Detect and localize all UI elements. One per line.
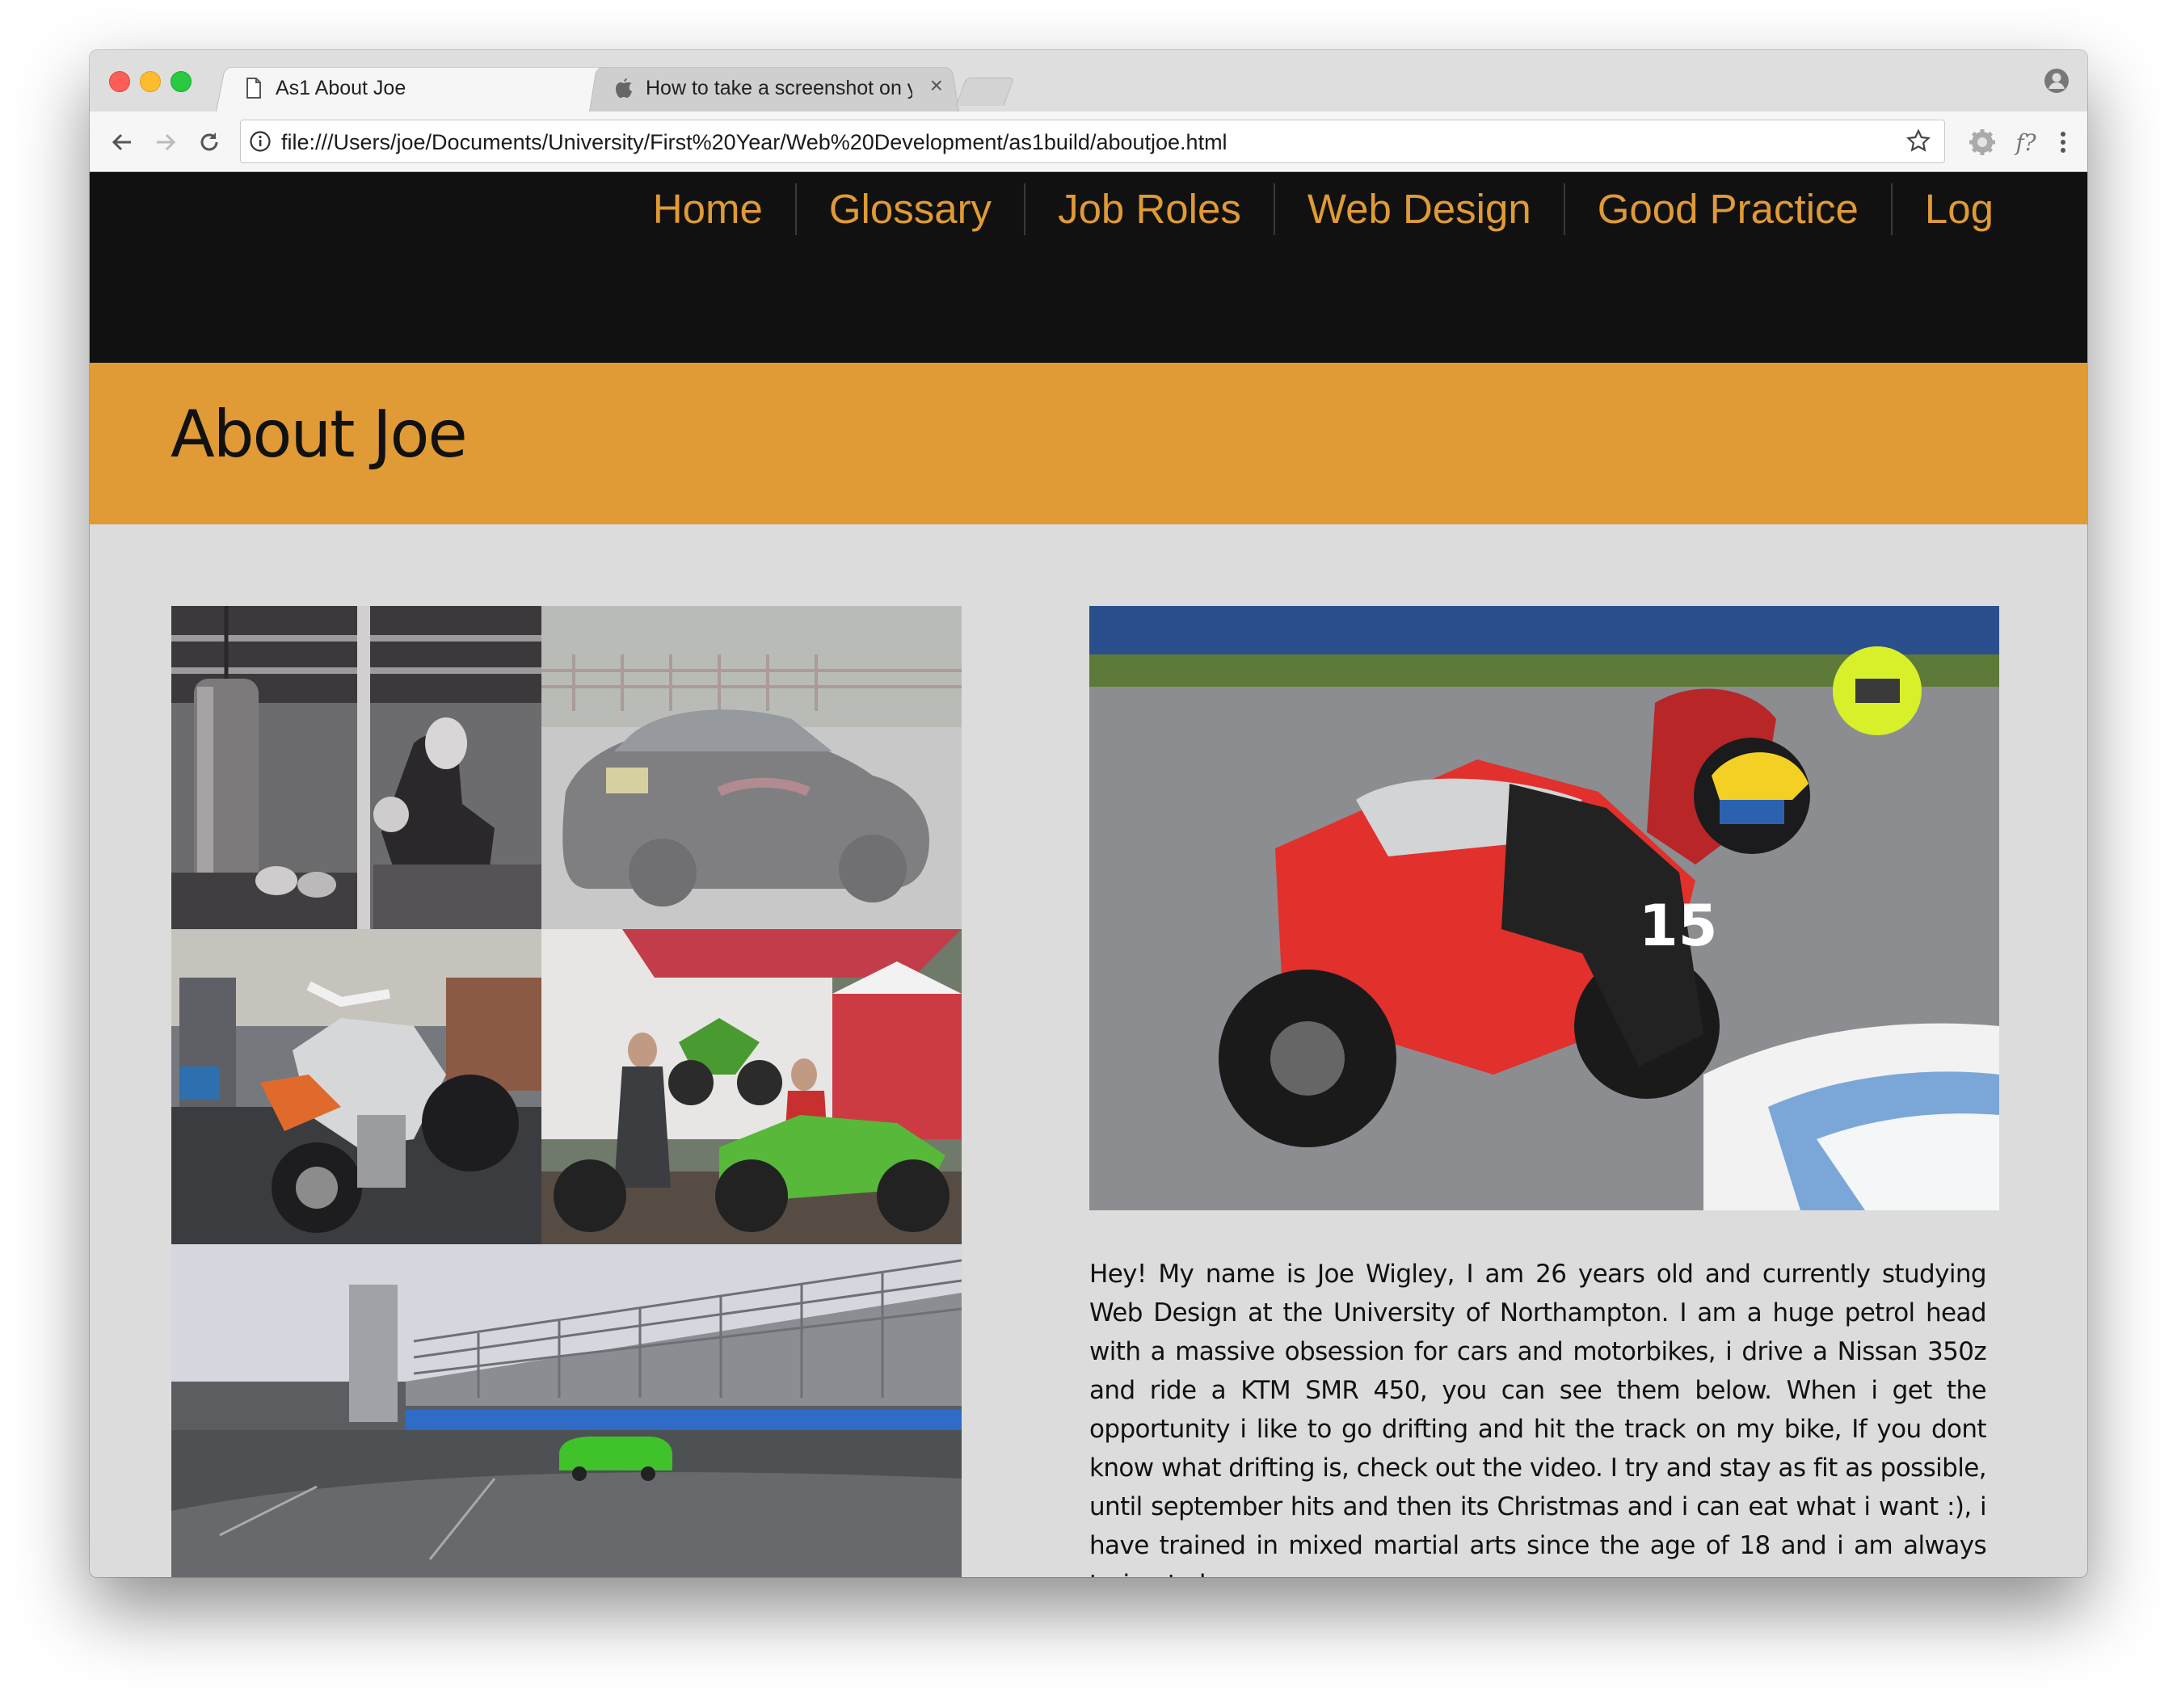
web-page: Home Glossary Job Roles Web Design Good … — [90, 172, 2087, 1577]
profile-icon[interactable] — [2044, 68, 2070, 94]
nav-link-glossary[interactable]: Glossary — [794, 183, 1024, 235]
settings-gear-icon[interactable] — [1968, 128, 1997, 157]
nav-link-good-practice[interactable]: Good Practice — [1563, 183, 1891, 235]
bio-paragraph: Hey! My name is Joe Wigley, I am 26 year… — [1089, 1260, 1987, 1577]
close-window-button[interactable] — [109, 71, 130, 92]
maximize-window-button[interactable] — [171, 71, 192, 92]
nav-link-home[interactable]: Home — [621, 183, 795, 235]
car-photo — [541, 606, 962, 929]
main-nav: Home Glossary Job Roles Web Design Good … — [621, 183, 1994, 235]
browser-toolbar: file:///Users/joe/Documents/University/F… — [90, 111, 2087, 172]
tab-title: As1 About Joe — [276, 76, 406, 99]
document-icon — [243, 76, 264, 100]
svg-text:15: 15 — [1639, 893, 1717, 959]
minimize-window-button[interactable] — [140, 71, 161, 92]
address-bar[interactable]: file:///Users/joe/Documents/University/F… — [240, 120, 1945, 163]
page-title: About Joe — [171, 397, 468, 472]
boxing-photo — [171, 606, 541, 929]
url-text: file:///Users/joe/Documents/University/F… — [281, 130, 1227, 154]
back-arrow-icon[interactable] — [106, 126, 138, 158]
new-tab-button[interactable] — [955, 78, 1015, 106]
menu-dots-icon[interactable] — [2049, 128, 2078, 157]
nav-link-web-design[interactable]: Web Design — [1273, 183, 1564, 235]
tab-strip: As1 About Joe × How to take a screenshot… — [90, 50, 2087, 111]
track-bike-photo: 15 — [1089, 606, 1999, 1210]
title-banner: About Joe — [90, 363, 2087, 524]
drift-track-photo — [171, 1244, 962, 1577]
nav-link-log[interactable]: Log — [1890, 183, 1994, 235]
motorbike-garage-photo — [171, 929, 541, 1244]
nav-link-job-roles[interactable]: Job Roles — [1024, 183, 1274, 235]
site-header: Home Glossary Job Roles Web Design Good … — [90, 172, 2087, 363]
close-tab-icon[interactable]: × — [930, 73, 943, 99]
info-icon[interactable] — [249, 130, 272, 153]
bookmark-star-icon[interactable] — [1905, 128, 1931, 154]
apple-icon — [613, 76, 634, 100]
tab-screenshot-help[interactable]: How to take a screenshot on y × — [589, 65, 959, 111]
browser-window: As1 About Joe × How to take a screenshot… — [90, 50, 2087, 1577]
forward-arrow-icon[interactable] — [149, 126, 182, 158]
tab-title: How to take a screenshot on y — [646, 76, 912, 99]
reload-icon[interactable] — [193, 126, 225, 158]
function-extension-icon[interactable]: f? — [2011, 128, 2040, 157]
motocross-photo — [541, 929, 962, 1244]
